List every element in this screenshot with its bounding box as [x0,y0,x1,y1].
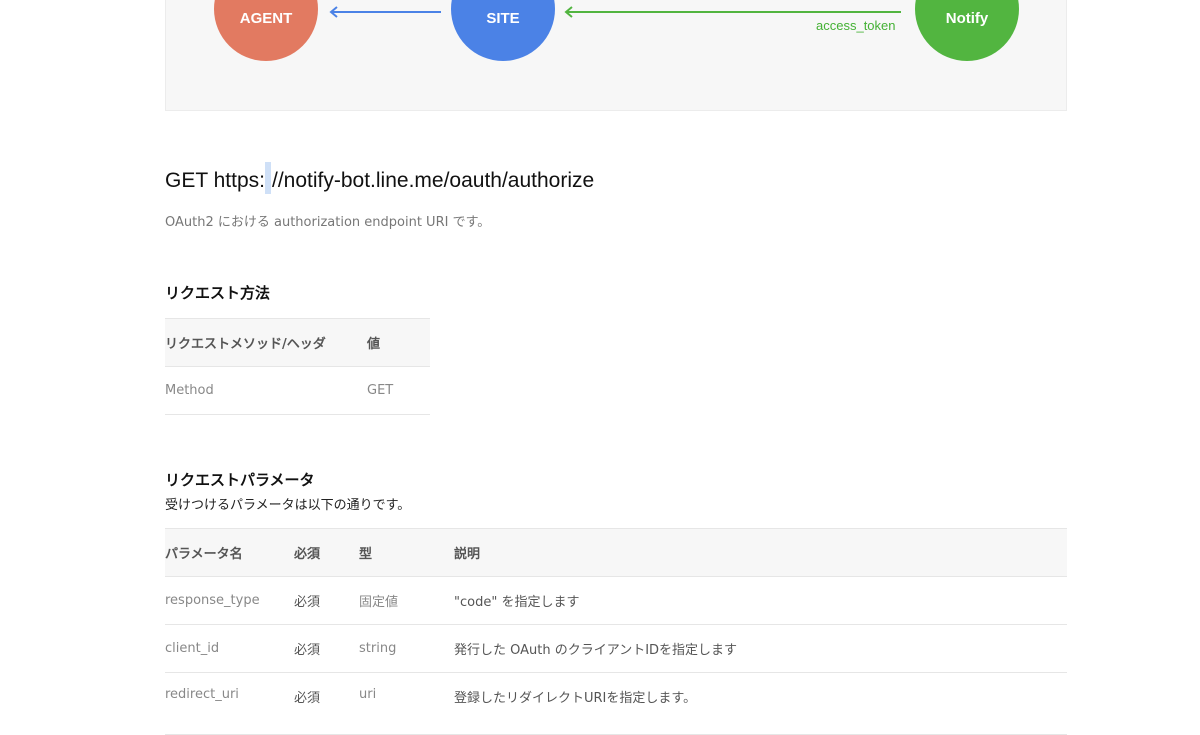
request-params-table: パラメータ名 必須 型 説明 response_type 必須 固定値 "cod… [165,528,1067,735]
param-description: 登録したリダイレクトURIを指定します。 [454,672,1067,735]
notify-label: Notify [945,9,989,27]
table-header-row: リクエストメソッド/ヘッダ 値 [165,318,430,367]
column-header: パラメータ名 [165,528,294,577]
column-header: リクエストメソッド/ヘッダ [165,318,367,367]
param-type: string [359,624,454,673]
param-type: uri [359,672,454,735]
param-description-line: 登録したリダイレクトURIを指定します。 [454,691,697,706]
table-row: client_id 必須 string 発行した OAuth のクライアントID… [165,624,1067,673]
table-row: redirect_uri 必須 uri 登録したリダイレクトURIを指定します。 [165,672,1067,735]
endpoint-title-prefix: GET https: [165,169,265,192]
param-name: client_id [165,624,294,673]
request-params-heading: リクエストパラメータ [165,471,315,489]
request-method-table: リクエストメソッド/ヘッダ 値 Method GET [165,318,430,415]
endpoint-title: GET https: //notify-bot.line.me/oauth/aut… [165,162,594,194]
param-type: 固定値 [359,576,454,625]
param-required: 必須 [294,576,359,625]
request-method-heading: リクエスト方法 [165,284,271,302]
table-header-row: パラメータ名 必須 型 説明 [165,528,1067,577]
column-header: 値 [367,318,430,367]
access-token-label: access_token [816,18,896,33]
request-params-description: 受けつけるパラメータは以下の通りです。 [165,498,411,513]
column-header: 説明 [454,528,1067,577]
agent-label: AGENT [239,9,293,27]
param-name: response_type [165,576,294,625]
oauth-flow-diagram: AGENT SITE Notify access_token [165,0,1067,111]
column-header: 型 [359,528,454,577]
param-name: redirect_uri [165,672,294,735]
endpoint-description: OAuth2 における authorization endpoint URI で… [165,215,491,230]
site-label: SITE [486,9,520,27]
param-required: 必須 [294,624,359,673]
param-description: "code" を指定します [454,576,1067,625]
param-description: 発行した OAuth のクライアントIDを指定します [454,624,1067,673]
table-cell: GET [367,366,430,415]
text-selection-caret [265,162,271,194]
endpoint-title-suffix: //notify-bot.line.me/oauth/authorize [272,169,595,192]
table-row: Method GET [165,366,430,415]
table-row: response_type 必須 固定値 "code" を指定します [165,576,1067,625]
param-required: 必須 [294,672,359,735]
table-cell: Method [165,366,367,415]
column-header: 必須 [294,528,359,577]
